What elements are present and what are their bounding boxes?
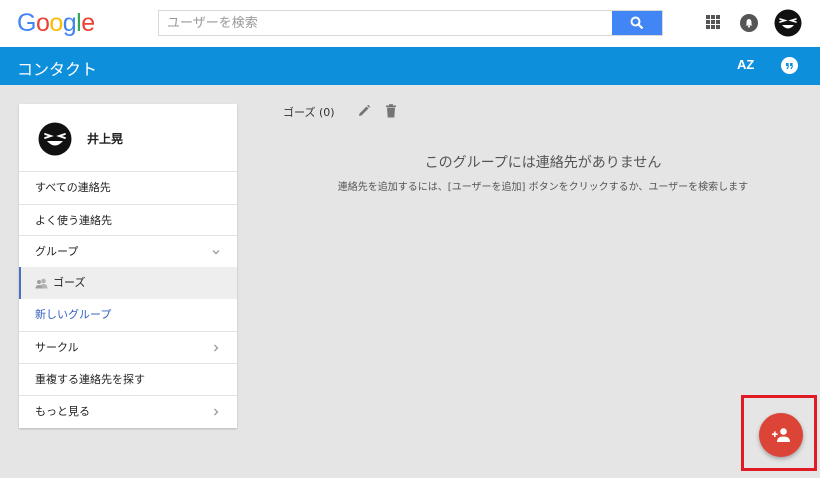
bell-glyph-icon	[745, 19, 753, 28]
sidebar-item-circles[interactable]: サークル	[19, 331, 237, 363]
sidebar-item-label: サークル	[35, 341, 79, 354]
profile-avatar	[38, 122, 72, 156]
sort-az-label: AZ	[737, 57, 755, 72]
add-contact-button[interactable]	[759, 413, 803, 457]
sidebar-item-frequent[interactable]: よく使う連絡先	[19, 204, 237, 236]
chevron-down-icon	[212, 250, 220, 255]
apps-grid-icon[interactable]	[706, 15, 720, 29]
sidebar-item-group-goz[interactable]: ゴーズ	[19, 267, 237, 299]
sidebar-item-groups[interactable]: グループ	[19, 235, 237, 267]
logo-letter-o1: o	[35, 9, 50, 37]
quote-bubble-icon	[786, 62, 794, 69]
sidebar-item-label: 新しいグループ	[35, 308, 112, 321]
chevron-right-icon	[214, 344, 219, 352]
sidebar-item-all-contacts[interactable]: すべての連絡先	[19, 172, 237, 204]
account-avatar[interactable]	[774, 9, 802, 37]
sidebar-item-label: 重複する連絡先を探す	[35, 373, 145, 386]
empty-state-title: このグループには連絡先がありません	[424, 155, 662, 171]
delete-trash-icon[interactable]	[385, 104, 397, 118]
logo-letter-e: e	[81, 9, 95, 37]
add-person-icon	[772, 428, 790, 442]
edit-pencil-icon[interactable]	[357, 104, 371, 118]
search-input[interactable]	[159, 11, 613, 35]
chevron-right-icon	[214, 408, 219, 416]
sidebar-item-label: グループ	[35, 245, 79, 258]
search-icon	[630, 16, 644, 30]
search-box	[158, 10, 663, 36]
notifications-bell-icon[interactable]	[740, 14, 758, 32]
empty-state-description: 連絡先を追加するには、[ユーザーを追加] ボタンをクリックするか、ユーザーを検索…	[337, 182, 749, 193]
logo-letter-g1: G	[17, 9, 36, 37]
sidebar-item-label: もっと見る	[35, 405, 90, 418]
sidebar-item-label: よく使う連絡先	[35, 214, 112, 227]
sidebar-item-find-duplicates[interactable]: 重複する連絡先を探す	[19, 363, 237, 395]
profile-header[interactable]: 井上晃	[19, 104, 237, 172]
app-title: コンタクト	[17, 60, 98, 79]
sidebar-item-label: ゴーズ	[53, 276, 86, 289]
sort-az-button[interactable]: AZ	[737, 57, 754, 72]
app-bar: コンタクト AZ	[0, 47, 820, 85]
feedback-button[interactable]	[781, 57, 798, 74]
sidebar-item-label: すべての連絡先	[35, 181, 111, 194]
profile-name: 井上晃	[87, 132, 124, 146]
logo-letter-g2: g	[62, 9, 77, 37]
sidebar-item-new-group[interactable]: 新しいグループ	[19, 299, 237, 331]
top-header: Google	[0, 0, 820, 47]
sidebar-nav: 井上晃 すべての連絡先 よく使う連絡先 グループ ゴーズ 新しいグループ サーク…	[19, 104, 237, 428]
group-title: ゴーズ (0)	[283, 106, 335, 119]
sidebar-item-more[interactable]: もっと見る	[19, 395, 237, 427]
search-button[interactable]	[612, 11, 662, 35]
logo-letter-o2: o	[49, 9, 63, 37]
group-people-icon	[35, 278, 48, 288]
google-logo[interactable]: Google	[17, 9, 95, 38]
